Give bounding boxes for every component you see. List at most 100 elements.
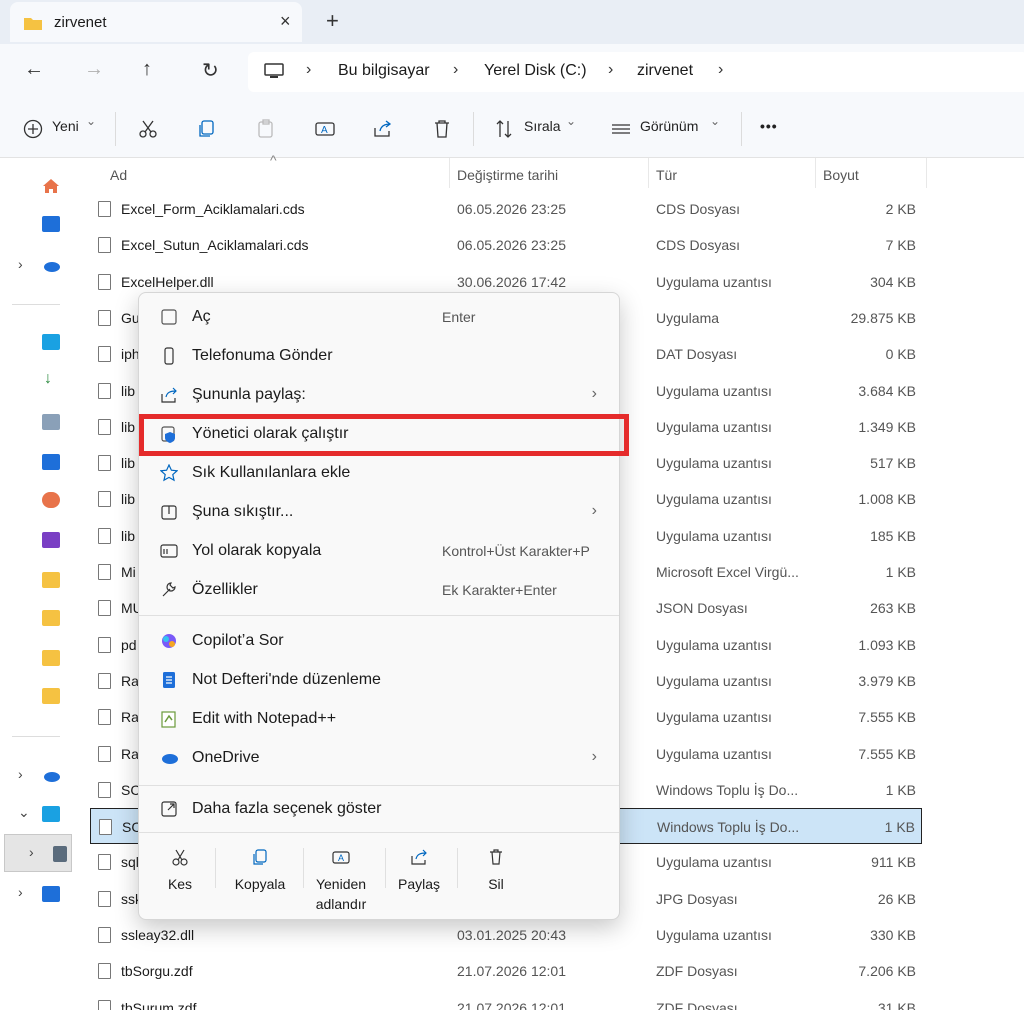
tab-strip: zirvenet × +: [0, 0, 1024, 44]
file-size: 29.875 KB: [850, 309, 916, 326]
tab-close-icon[interactable]: ×: [280, 11, 291, 32]
home-icon[interactable]: [42, 178, 60, 194]
menu-item-notepadpp[interactable]: Edit with Notepad++: [145, 701, 615, 737]
more-options-icon[interactable]: •••: [760, 118, 778, 134]
breadcrumb-sep-icon[interactable]: ›: [306, 61, 311, 79]
computer-icon[interactable]: [42, 806, 60, 822]
menu-item-path[interactable]: Yol olarak kopyala Kontrol+Üst Karakter+P: [145, 533, 615, 569]
file-name: tbSorgu.zdf: [121, 963, 193, 980]
menu-item-open[interactable]: Aç Enter: [145, 299, 615, 335]
copy-icon[interactable]: [196, 118, 218, 140]
file-size: 1.093 KB: [858, 636, 916, 653]
folder-icon[interactable]: [42, 610, 60, 626]
column-header-size[interactable]: Boyut: [823, 167, 859, 183]
quick-action-copy[interactable]: Kopyala: [225, 848, 295, 914]
expand-chevron-icon[interactable]: ›: [29, 844, 34, 860]
trash-icon[interactable]: [431, 118, 453, 140]
menu-item-onedrive[interactable]: OneDrive ›: [145, 740, 615, 776]
file-row[interactable]: Excel_Sutun_Aciklamalari.cds 06.05.2026 2…: [90, 227, 922, 263]
sidebar-item-selected[interactable]: ›: [4, 834, 72, 872]
quick-action-share[interactable]: Paylaş: [389, 848, 449, 914]
view-icon[interactable]: [610, 118, 632, 140]
menu-item-share[interactable]: Şununla paylaş: ›: [145, 377, 615, 413]
breadcrumb-sep-icon[interactable]: ›: [453, 61, 458, 79]
column-divider[interactable]: [648, 158, 649, 188]
address-bar[interactable]: › Bu bilgisayar › Yerel Disk (C:) › zirv…: [248, 52, 1024, 92]
rename-icon[interactable]: A: [314, 118, 336, 140]
view-button[interactable]: Görünüm: [640, 118, 698, 134]
pictures-icon[interactable]: [42, 454, 60, 470]
folder-icon[interactable]: [42, 650, 60, 666]
quick-action-cut[interactable]: Kes: [153, 848, 207, 914]
trash-icon: [490, 849, 502, 865]
file-icon: [98, 890, 111, 907]
sort-icon[interactable]: [494, 118, 516, 140]
file-name: lib: [121, 455, 136, 472]
breadcrumb-sep-icon[interactable]: ›: [718, 61, 723, 79]
column-header-name[interactable]: Ad: [110, 167, 127, 183]
menu-item-star[interactable]: Sık Kullanılanlara ekle: [145, 455, 615, 491]
file-icon: [98, 237, 111, 254]
collapse-chevron-icon[interactable]: ⌄: [18, 804, 30, 821]
paste-icon[interactable]: [255, 118, 277, 140]
menu-item-wrench[interactable]: Özellikler Ek Karakter+Enter: [145, 572, 615, 608]
file-name: iph: [121, 346, 140, 363]
menu-item-zip[interactable]: Şuna sıkıştır... ›: [145, 494, 615, 530]
tab-zirvenet[interactable]: zirvenet ×: [10, 2, 302, 42]
menu-item-phone[interactable]: Telefonuma Gönder: [145, 338, 615, 374]
breadcrumb-item[interactable]: Yerel Disk (C:): [484, 62, 587, 80]
file-row[interactable]: Excel_Form_Aciklamalari.cds 06.05.2026 23…: [90, 191, 922, 227]
file-date: 21.07.2026 12:01: [457, 963, 566, 980]
share-icon[interactable]: [372, 118, 394, 140]
back-button[interactable]: ←: [24, 58, 44, 81]
column-header-type[interactable]: Tür: [656, 167, 677, 183]
sort-button[interactable]: Sırala: [524, 118, 561, 134]
column-divider[interactable]: [449, 158, 450, 188]
onedrive-icon[interactable]: [42, 258, 60, 274]
downloads-icon[interactable]: ↓: [44, 370, 62, 387]
menu-item-notepad[interactable]: Not Defteri'nde düzenleme: [145, 662, 615, 698]
new-button[interactable]: Yeni: [52, 118, 79, 134]
column-divider[interactable]: [815, 158, 816, 188]
breadcrumb-sep-icon[interactable]: ›: [608, 61, 613, 79]
file-row[interactable]: ssleay32.dll 03.01.2025 20:43 Uygulama uza…: [90, 917, 922, 953]
forward-button[interactable]: →: [84, 58, 104, 81]
column-header-date[interactable]: Değiştirme tarihi: [457, 167, 558, 183]
file-size: 7.555 KB: [858, 745, 916, 762]
expand-chevron-icon[interactable]: ›: [18, 884, 23, 900]
quick-action-rename[interactable]: A Yeniden adlandır: [305, 848, 377, 914]
refresh-button[interactable]: ↻: [202, 58, 219, 83]
breadcrumb-item[interactable]: zirvenet: [637, 62, 693, 80]
up-button[interactable]: ↑: [142, 58, 152, 81]
file-size: 3.979 KB: [858, 672, 916, 689]
column-divider[interactable]: [926, 158, 927, 188]
quick-action-trash[interactable]: Sil: [469, 848, 523, 914]
expand-chevron-icon[interactable]: ›: [18, 766, 23, 782]
file-type: Uygulama uzantısı: [656, 636, 772, 653]
music-icon[interactable]: [42, 492, 60, 508]
file-row[interactable]: tbSorgu.zdf 21.07.2026 12:01 ZDF Dosyası 7.…: [90, 953, 922, 989]
network-icon[interactable]: [42, 886, 60, 902]
cut-icon[interactable]: [137, 118, 159, 140]
videos-icon[interactable]: [42, 532, 60, 548]
sidebar-divider: [12, 304, 60, 305]
folder-icon[interactable]: [42, 688, 60, 704]
desktop-icon[interactable]: [42, 334, 60, 350]
expand-chevron-icon[interactable]: ›: [18, 256, 23, 272]
file-size: 2 KB: [885, 201, 916, 217]
file-type: Uygulama uzantısı: [656, 709, 772, 726]
breadcrumb-item[interactable]: Bu bilgisayar: [338, 62, 430, 80]
gallery-icon[interactable]: [42, 216, 60, 232]
new-plus-icon[interactable]: [22, 118, 44, 140]
folder-icon[interactable]: [42, 572, 60, 588]
menu-item-more-options[interactable]: Daha fazla seçenek göster: [145, 791, 615, 827]
onedrive-icon: [162, 754, 178, 764]
file-type: Windows Toplu İş Do...: [657, 819, 800, 836]
menu-item-copilot[interactable]: Copilot’a Sor: [145, 623, 615, 659]
file-row[interactable]: tbSurum.zdf 21.07.2026 12:01 ZDF Dosyası 31…: [90, 990, 922, 1010]
new-tab-button[interactable]: +: [326, 8, 339, 34]
notepadpp-icon: [161, 711, 176, 728]
onedrive-icon[interactable]: [42, 768, 60, 784]
documents-icon[interactable]: [42, 414, 60, 430]
file-name: Mi: [121, 564, 136, 580]
